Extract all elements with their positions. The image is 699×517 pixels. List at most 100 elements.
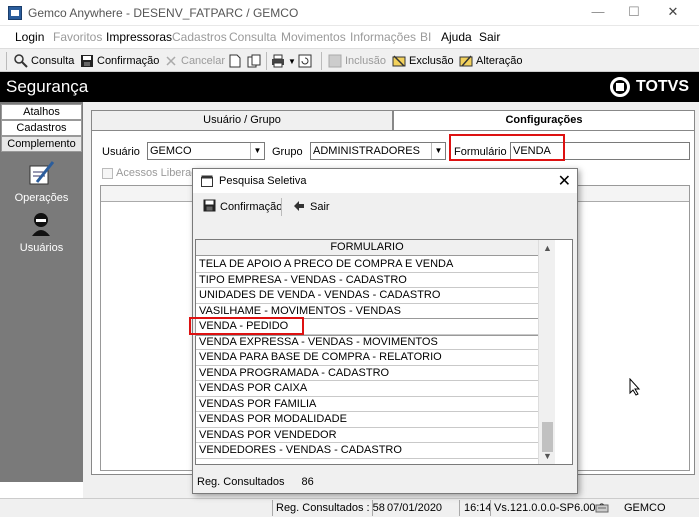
totvs-logo-icon <box>609 77 630 97</box>
new-document-button[interactable] <box>228 52 245 70</box>
grupo-value: ADMINISTRADORES <box>313 145 420 157</box>
exclusao-button[interactable]: Exclusão <box>392 52 454 70</box>
grid-row[interactable]: VENDA EXPRESSA - VENDAS - MOVIMENTOS <box>196 335 538 350</box>
scroll-up-icon[interactable]: ▲ <box>539 240 556 256</box>
grid-row[interactable]: VENDA PROGRAMADA - CADASTRO <box>196 366 538 381</box>
inclusao-button[interactable]: Inclusão <box>328 52 386 70</box>
menu-cadastros[interactable]: Cadastros <box>172 30 227 44</box>
chevron-down-icon[interactable]: ▼ <box>250 143 264 159</box>
window-title: Gemco Anywhere - DESENV_FATPARC / GEMCO <box>28 6 299 20</box>
menu-bar: Login Favoritos Impressoras Cadastros Co… <box>0 27 699 47</box>
grid-scrollbar[interactable]: ▲ ▼ <box>538 240 555 464</box>
sidebar-tab-cadastros[interactable]: Cadastros <box>1 120 82 136</box>
close-button[interactable]: ✕ <box>658 2 688 22</box>
document-icon <box>228 54 242 68</box>
menu-movimentos[interactable]: Movimentos <box>281 30 346 44</box>
grid-row[interactable]: TELA DE APOIO A PRECO DE COMPRA E VENDA <box>196 257 538 273</box>
usuario-value: GEMCO <box>150 145 192 157</box>
grid-row[interactable]: UNIDADES DE VENDA - VENDAS - CADASTRO <box>196 288 538 304</box>
status-separator <box>272 500 273 516</box>
dialog-exit-button[interactable]: Sair <box>293 196 330 218</box>
dialog-exit-label: Sair <box>310 201 330 213</box>
alteracao-label: Alteração <box>476 55 523 67</box>
brand-logo: TOTVS <box>609 77 689 97</box>
mouse-cursor-icon <box>629 377 641 399</box>
grid-row[interactable]: VENDAS POR CAIXA <box>196 381 538 397</box>
maximize-button[interactable]: ☐ <box>619 2 649 22</box>
window-titlebar: Gemco Anywhere - DESENV_FATPARC / GEMCO … <box>0 0 699 26</box>
pesquisa-seletiva-dialog: Pesquisa Seletiva ✕ Confirmação Sair FOR… <box>189 168 578 494</box>
back-arrow-icon <box>293 200 305 215</box>
grupo-label: Grupo <box>272 146 303 158</box>
usuario-label: Usuário <box>102 146 140 158</box>
usuario-select[interactable]: GEMCO ▼ <box>147 142 265 160</box>
grid-row[interactable]: VENDAS POR MODALIDADE <box>196 412 538 428</box>
cancel-icon <box>164 54 178 68</box>
dialog-confirm-button[interactable]: Confirmação <box>203 196 282 218</box>
dialog-close-icon[interactable]: ✕ <box>558 171 571 191</box>
confirmacao-label: Confirmação <box>97 55 160 67</box>
menu-favoritos[interactable]: Favoritos <box>53 30 102 44</box>
status-bar: Reg. Consultados : 58 07/01/2020 16:14 V… <box>0 498 699 517</box>
save-icon <box>80 54 94 68</box>
dialog-window-icon <box>201 175 213 190</box>
grid-row[interactable]: VENDA PARA BASE DE COMPRA - RELATORIO <box>196 350 538 366</box>
sidebar-item-usuarios[interactable]: Usuários <box>0 242 83 254</box>
dialog-footer-count: 86 <box>301 476 314 488</box>
save-icon <box>203 199 216 215</box>
users-icon[interactable] <box>27 210 55 238</box>
grid-column-header[interactable]: FORMULARIO <box>196 240 538 256</box>
sidebar-tab-complemento[interactable]: Complemento <box>1 136 82 152</box>
selected-row-highlight <box>189 317 304 335</box>
edit-record-icon <box>459 54 473 68</box>
cancelar-button[interactable]: Cancelar <box>164 52 225 70</box>
print-button[interactable]: ▼ <box>271 52 296 70</box>
menu-impressoras[interactable]: Impressoras <box>106 30 172 44</box>
main-toolbar: Consulta Confirmação Cancelar ▼ Inclusão… <box>0 48 699 72</box>
grid-row[interactable]: TIPO EMPRESA - VENDAS - CADASTRO <box>196 273 538 288</box>
menu-ajuda[interactable]: Ajuda <box>441 30 472 44</box>
chevron-down-icon[interactable]: ▼ <box>431 143 445 159</box>
menu-informacoes[interactable]: Informações <box>350 30 416 44</box>
toolbar-separator <box>266 52 267 70</box>
status-separator <box>372 500 373 516</box>
confirmacao-button[interactable]: Confirmação <box>80 52 159 70</box>
grid-row[interactable]: VENDAS POR FAMILIA <box>196 397 538 412</box>
grupo-select[interactable]: ADMINISTRADORES ▼ <box>310 142 446 160</box>
sidebar-item-operacoes[interactable]: Operações <box>0 192 83 204</box>
delete-record-icon <box>392 54 406 68</box>
menu-sair[interactable]: Sair <box>479 30 500 44</box>
operations-icon[interactable] <box>27 160 55 188</box>
status-separator <box>490 500 491 516</box>
tab-usuario-grupo[interactable]: Usuário / Grupo <box>91 110 393 130</box>
menu-bi[interactable]: BI <box>420 30 431 44</box>
grid-row[interactable]: VENDEDORES - VENDAS - CADASTRO <box>196 443 538 459</box>
tab-configuracoes[interactable]: Configurações <box>393 110 695 130</box>
module-title: Segurança <box>6 77 89 96</box>
acessos-checkbox[interactable] <box>102 168 113 179</box>
consulta-button[interactable]: Consulta <box>14 52 74 70</box>
dialog-footer: Reg. Consultados 86 <box>197 476 314 488</box>
brand-name: TOTVS <box>635 78 689 95</box>
dialog-footer-label: Reg. Consultados <box>197 476 285 488</box>
menu-login[interactable]: Login <box>15 30 44 44</box>
connection-icon <box>595 501 609 517</box>
menu-consulta[interactable]: Consulta <box>229 30 276 44</box>
chevron-down-icon: ▼ <box>288 56 296 66</box>
copy-button[interactable] <box>247 52 264 70</box>
dialog-confirm-label: Confirmação <box>220 201 283 213</box>
sidebar-tab-atalhos[interactable]: Atalhos <box>1 104 82 120</box>
refresh-icon <box>298 54 312 68</box>
inclusao-label: Inclusão <box>345 55 386 67</box>
minimize-button[interactable]: — <box>583 2 613 22</box>
status-version: Vs.121.0.0.0-SP6.00.2 <box>494 502 605 514</box>
module-header: Segurança TOTVS <box>0 72 699 102</box>
dialog-title: Pesquisa Seletiva <box>219 175 307 187</box>
refresh-button[interactable] <box>298 52 315 70</box>
scroll-down-icon[interactable]: ▼ <box>539 448 556 464</box>
consulta-label: Consulta <box>31 55 75 67</box>
toolbar-separator <box>321 52 322 70</box>
dialog-toolbar-separator <box>281 198 282 216</box>
grid-row[interactable]: VENDAS POR VENDEDOR <box>196 428 538 443</box>
alteracao-button[interactable]: Alteração <box>459 52 522 70</box>
